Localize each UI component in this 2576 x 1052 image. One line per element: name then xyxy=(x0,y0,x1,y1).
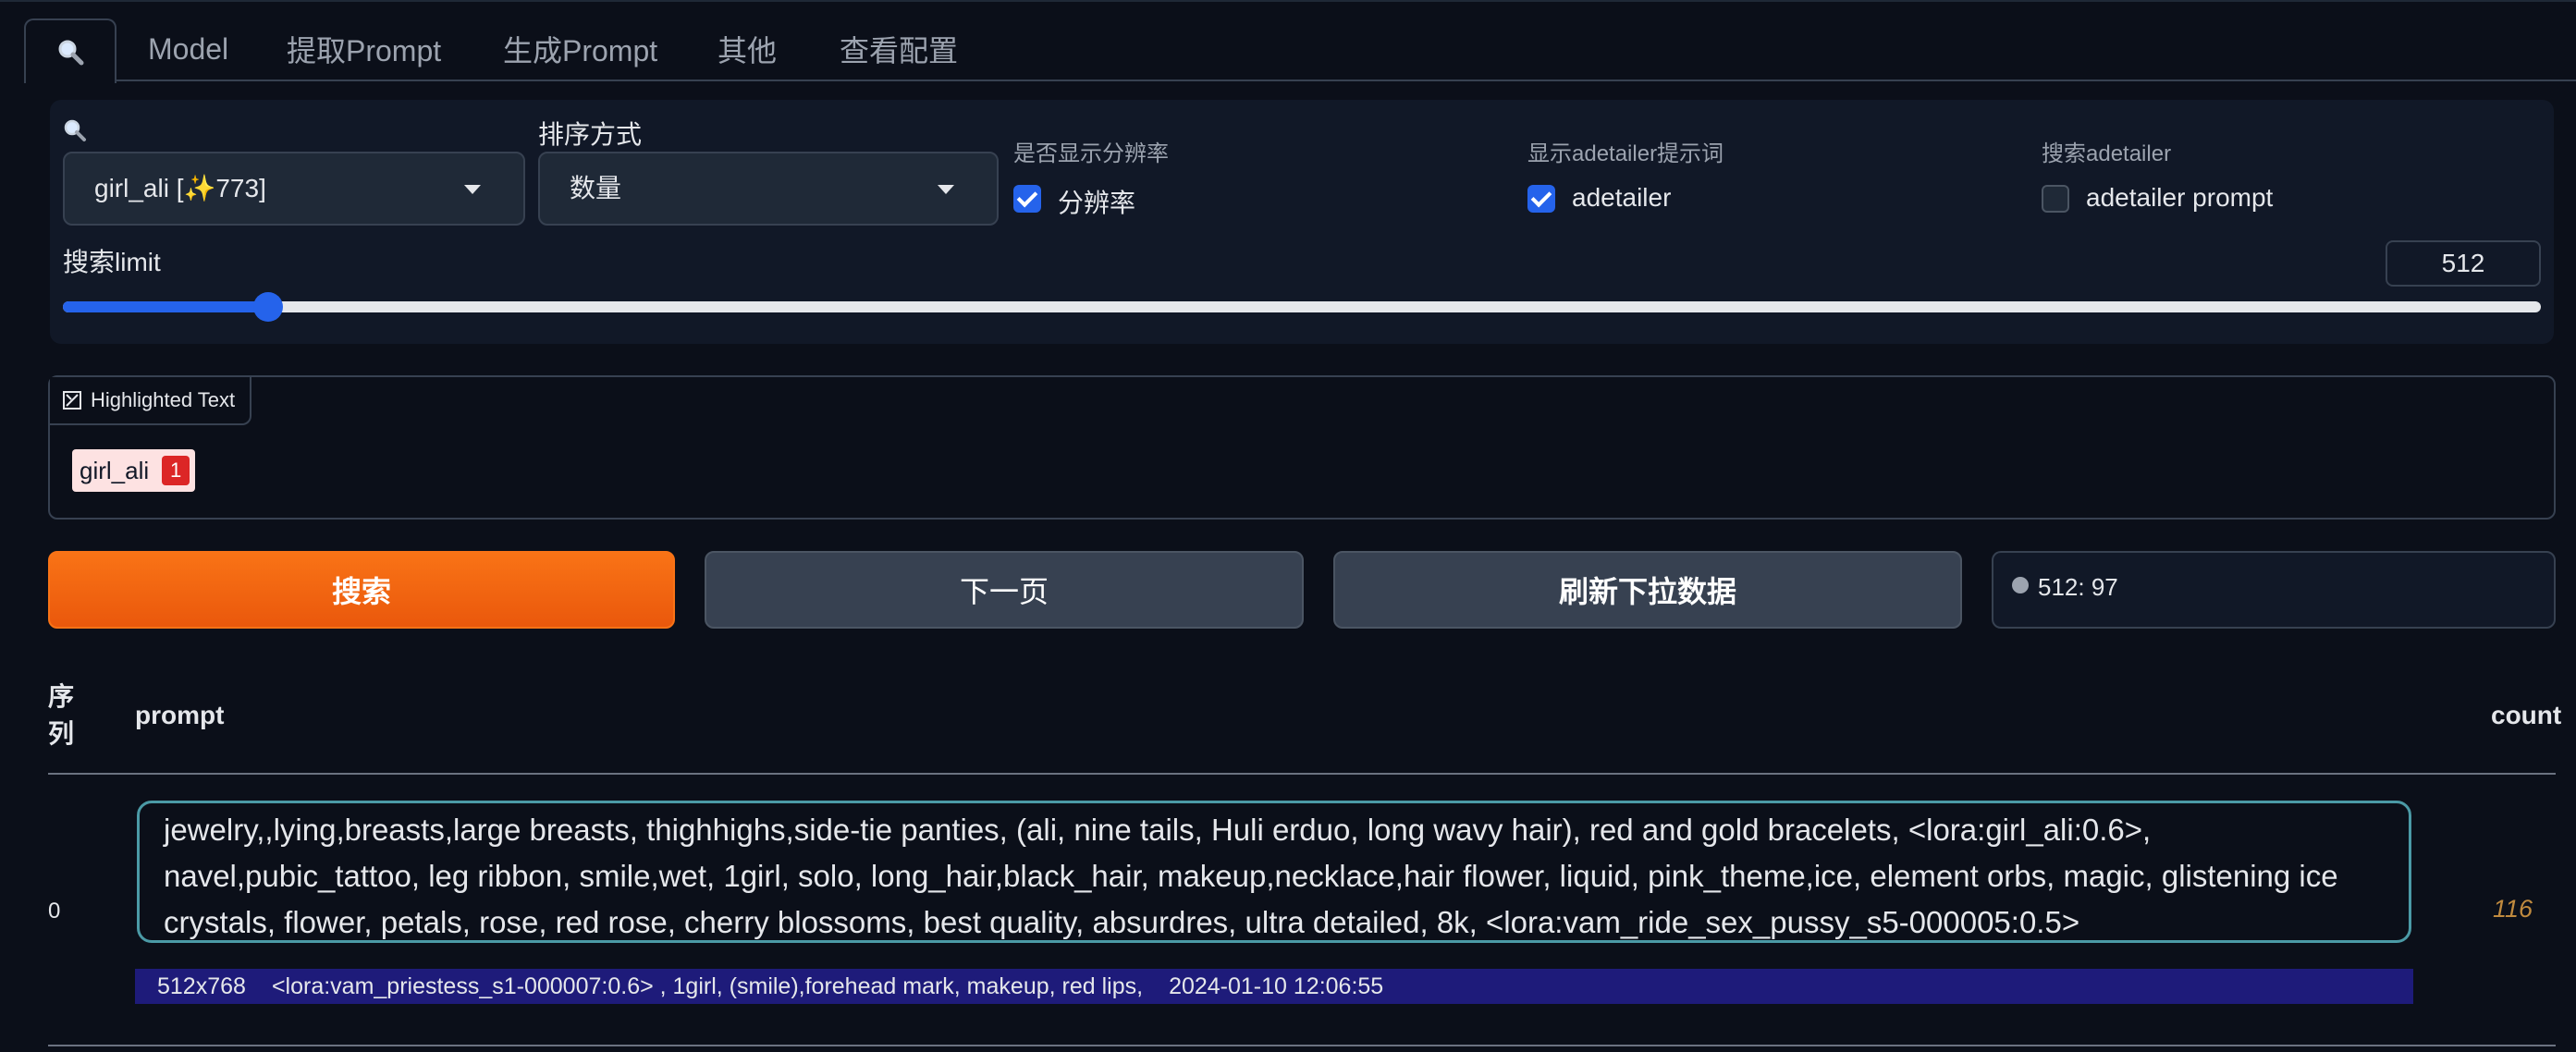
status-textbox[interactable]: 512: 97 xyxy=(1992,551,2556,629)
column-header-index: 序 列 xyxy=(48,682,75,748)
tab-bar: Model 提取Prompt 生成Prompt 其他 查看配置 xyxy=(24,18,2576,83)
adetailer-show-checkbox-label: adetailer xyxy=(1572,183,1672,212)
adetailer-show-checkbox[interactable] xyxy=(1527,185,1555,213)
resolution-checkbox[interactable] xyxy=(1013,185,1041,213)
search-icon xyxy=(58,40,84,66)
adetailer-show-group-label: 显示adetailer提示词 xyxy=(1527,141,1724,166)
search-keyword-value: girl_ali [✨773] xyxy=(94,174,266,202)
search-icon xyxy=(64,119,86,141)
highlight-chip: girl_ali 1 xyxy=(72,449,196,492)
resolution-group-label: 是否显示分辨率 xyxy=(1013,141,1169,166)
sort-dropdown[interactable]: 数量 xyxy=(538,152,999,226)
table-row-divider xyxy=(48,1045,2556,1046)
prompt-text: jewelry,,lying,breasts,large breasts, th… xyxy=(164,813,2338,939)
limit-slider-fill xyxy=(63,301,269,312)
adetailer-search-checkbox[interactable] xyxy=(2042,185,2069,213)
highlight-chip-text: girl_ali xyxy=(80,456,150,484)
tab-view-config[interactable]: 查看配置 xyxy=(840,18,958,80)
prompt-meta-bar: 512x768 <lora:vam_priestess_s1-000007:0.… xyxy=(135,969,2413,1004)
chevron-down-icon xyxy=(938,185,954,194)
refresh-dropdown-button[interactable]: 刷新下拉数据 xyxy=(1333,551,1962,629)
tab-other[interactable]: 其他 xyxy=(718,18,777,80)
meta-resolution: 512x768 xyxy=(157,972,246,999)
search-button[interactable]: 搜索 xyxy=(48,551,675,629)
meta-date: 2024-01-10 12:06:55 xyxy=(1169,972,1384,999)
top-border xyxy=(0,0,2576,2)
adetailer-search-group-label: 搜索adetailer xyxy=(2042,141,2172,166)
status-text: 512: 97 xyxy=(2038,573,2118,601)
column-header-prompt: prompt xyxy=(135,701,225,729)
chevron-down-icon xyxy=(464,185,481,194)
tab-model[interactable]: Model xyxy=(148,18,228,80)
highlighted-text-label: Highlighted Text xyxy=(50,377,252,425)
sort-value: 数量 xyxy=(570,174,622,202)
resolution-checkbox-label: 分辨率 xyxy=(1058,189,1136,217)
highlighted-text-box: Highlighted Text girl_ali 1 xyxy=(48,375,2556,520)
limit-label: 搜索limit xyxy=(63,248,161,276)
tab-generate-prompt[interactable]: 生成Prompt xyxy=(503,18,657,80)
meta-adetailer: <lora:vam_priestess_s1-000007:0.6> , 1gi… xyxy=(271,972,1144,999)
sort-label: 排序方式 xyxy=(538,120,643,149)
tab-extract-prompt[interactable]: 提取Prompt xyxy=(287,18,441,80)
limit-number-input[interactable]: 512 xyxy=(2386,240,2541,287)
table-header-divider xyxy=(48,773,2556,775)
prompt-count: 116 xyxy=(2493,895,2533,923)
highlight-chip-count: 1 xyxy=(162,456,190,485)
tab-search[interactable] xyxy=(24,18,117,83)
status-dot-icon xyxy=(2012,577,2029,593)
prompt-textbox[interactable]: jewelry,,lying,breasts,large breasts, th… xyxy=(137,801,2411,943)
search-keyword-dropdown[interactable]: girl_ali [✨773] xyxy=(63,152,525,226)
highlighted-text-title: Highlighted Text xyxy=(91,388,236,411)
column-header-count: count xyxy=(2491,701,2562,729)
limit-slider[interactable] xyxy=(63,292,2541,322)
next-page-button[interactable]: 下一页 xyxy=(705,551,1304,629)
highlight-icon xyxy=(63,391,81,410)
adetailer-search-checkbox-label: adetailer prompt xyxy=(2086,183,2274,212)
row-index: 0 xyxy=(48,899,61,924)
